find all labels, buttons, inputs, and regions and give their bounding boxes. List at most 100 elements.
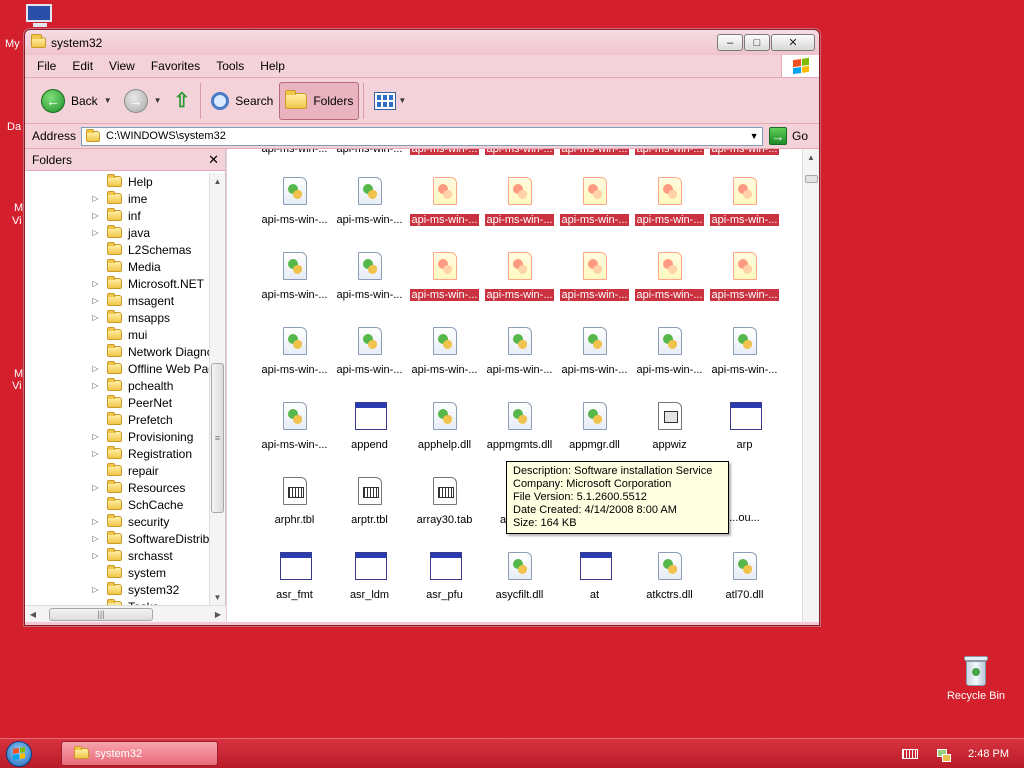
file-item[interactable]: api-ms-win-... [632, 175, 707, 235]
folder-tree-hscrollbar[interactable]: ◀ ||| ▶ [25, 605, 226, 622]
tree-item[interactable]: ▷Tasks [25, 598, 159, 605]
tree-item[interactable]: ▷mui [25, 326, 147, 343]
tree-item[interactable]: ▷Prefetch [25, 411, 173, 428]
file-item[interactable]: appmgr.dll [557, 400, 632, 460]
expand-icon[interactable]: ▷ [91, 517, 100, 526]
folders-button[interactable]: Folders [279, 81, 360, 120]
file-item[interactable]: api-ms-win-... [257, 400, 332, 460]
search-button[interactable]: Search [205, 82, 279, 120]
menu-view[interactable]: View [101, 59, 143, 73]
desktop-label-fragment[interactable]: Vi [12, 380, 22, 392]
file-item[interactable]: at [557, 550, 632, 610]
file-item[interactable]: appwiz [632, 400, 707, 460]
expand-icon[interactable]: ▷ [91, 381, 100, 390]
file-item[interactable]: api-ms-win-... [482, 250, 557, 310]
file-item[interactable]: api-ms-win-... [407, 175, 482, 235]
expand-icon[interactable]: ▷ [91, 585, 100, 594]
file-item[interactable]: api-ms-win-... [557, 325, 632, 385]
expand-icon[interactable]: ▷ [91, 551, 100, 560]
taskbar-item-system32[interactable]: system32 [61, 741, 218, 766]
expand-icon[interactable]: ▷ [91, 534, 100, 543]
file-item[interactable]: api-ms-win-... [332, 250, 407, 310]
file-item[interactable]: atkctrs.dll [632, 550, 707, 610]
tree-item[interactable]: ▷ msapps [25, 309, 170, 326]
file-item[interactable]: api-ms-win-... [257, 149, 332, 164]
minimize-button[interactable]: – [717, 34, 743, 51]
expand-icon[interactable]: ▷ [91, 364, 100, 373]
file-item[interactable]: api-ms-win-... [632, 250, 707, 310]
tree-item[interactable]: ▷L2Schemas [25, 241, 191, 258]
tree-item[interactable]: ▷ inf [25, 207, 141, 224]
file-item[interactable]: api-ms-win-... [482, 149, 557, 164]
desktop-label-fragment[interactable]: Vi [12, 215, 22, 227]
menu-file[interactable]: File [29, 59, 64, 73]
address-path[interactable]: C:\WINDOWS\system32 [106, 130, 226, 142]
scroll-up-icon[interactable]: ▲ [803, 149, 819, 165]
desktop-label-my-computer[interactable]: My [5, 38, 20, 50]
file-item[interactable]: api-ms-win-... [407, 250, 482, 310]
network-icon[interactable] [936, 747, 952, 762]
file-item[interactable]: api-ms-win-... [257, 250, 332, 310]
tree-item[interactable]: ▷ srchasst [25, 547, 173, 564]
expand-icon[interactable]: ▷ [91, 449, 100, 458]
desktop-label-fragment[interactable]: M [14, 368, 23, 380]
expand-icon[interactable]: ▷ [91, 313, 100, 322]
file-item[interactable]: api-ms-win-... [257, 325, 332, 385]
file-item[interactable]: api-ms-win-... [257, 175, 332, 235]
views-button[interactable]: ▼ [368, 82, 412, 120]
tree-item[interactable]: ▷ java [25, 224, 150, 241]
file-item[interactable]: api-ms-win-... [707, 250, 782, 310]
expand-icon[interactable]: ▷ [91, 194, 100, 203]
file-item[interactable]: array30.tab [407, 475, 482, 535]
back-button[interactable]: ← Back ▼ [35, 82, 118, 120]
file-item[interactable]: api-ms-win-... [332, 175, 407, 235]
file-item[interactable]: api-ms-win-... [482, 325, 557, 385]
expand-icon[interactable]: ▷ [91, 279, 100, 288]
file-item[interactable]: api-ms-win-... [707, 175, 782, 235]
desktop-label-fragment[interactable]: M [14, 202, 23, 214]
go-button[interactable]: → Go [769, 127, 808, 145]
file-item[interactable]: asr_pfu [407, 550, 482, 610]
chevron-down-icon[interactable]: ▼ [104, 96, 112, 105]
clock[interactable]: 2:48 PM [968, 748, 1009, 760]
menu-help[interactable]: Help [252, 59, 293, 73]
file-item[interactable]: atl70.dll [707, 550, 782, 610]
chevron-down-icon[interactable]: ▼ [746, 128, 762, 145]
scroll-thumb[interactable]: ≡ [211, 363, 224, 513]
desktop-label-fragment[interactable]: Da [7, 121, 21, 133]
tree-item[interactable]: ▷ system32 [25, 581, 179, 598]
scroll-up-icon[interactable]: ▲ [210, 173, 225, 189]
file-item[interactable]: api-ms-win-... [632, 325, 707, 385]
keyboard-icon[interactable] [902, 749, 919, 759]
file-item[interactable]: api-ms-win-... [557, 250, 632, 310]
file-item[interactable]: api-ms-win-... [407, 149, 482, 164]
file-item[interactable]: asycfilt.dll [482, 550, 557, 610]
title-bar[interactable]: system32 – □ ✕ [25, 30, 819, 55]
scroll-right-icon[interactable]: ▶ [210, 610, 226, 619]
file-item[interactable]: api-ms-win-... [332, 149, 407, 164]
address-input[interactable]: C:\WINDOWS\system32 ▼ [81, 126, 764, 146]
expand-icon[interactable]: ▷ [91, 432, 100, 441]
file-item[interactable]: appmgmts.dll [482, 400, 557, 460]
hscroll-thumb[interactable]: ||| [49, 607, 153, 621]
tree-item[interactable]: ▷PeerNet [25, 394, 172, 411]
file-item[interactable]: api-ms-win-... [482, 175, 557, 235]
file-item[interactable]: asr_fmt [257, 550, 332, 610]
tree-item[interactable]: ▷system [25, 564, 166, 581]
tree-item[interactable]: ▷Media [25, 258, 161, 275]
file-item[interactable]: api-ms-win-... [707, 325, 782, 385]
expand-icon[interactable]: ▷ [91, 211, 100, 220]
tree-item[interactable]: ▷ Microsoft.NET [25, 275, 204, 292]
expand-icon[interactable]: ▷ [91, 296, 100, 305]
tree-item[interactable]: ▷ msagent [25, 292, 174, 309]
tree-item[interactable]: ▷ Offline Web Pag [25, 360, 211, 377]
file-item[interactable]: arphr.tbl [257, 475, 332, 535]
start-button[interactable] [0, 739, 38, 768]
tree-item[interactable]: ▷ Registration [25, 445, 192, 462]
file-item[interactable]: arptr.tbl [332, 475, 407, 535]
menu-edit[interactable]: Edit [64, 59, 101, 73]
tree-item[interactable]: ▷ pchealth [25, 377, 173, 394]
recycle-bin[interactable]: Recycle Bin [944, 656, 1008, 702]
close-button[interactable]: ✕ [771, 34, 815, 51]
my-computer-icon[interactable] [26, 4, 54, 28]
